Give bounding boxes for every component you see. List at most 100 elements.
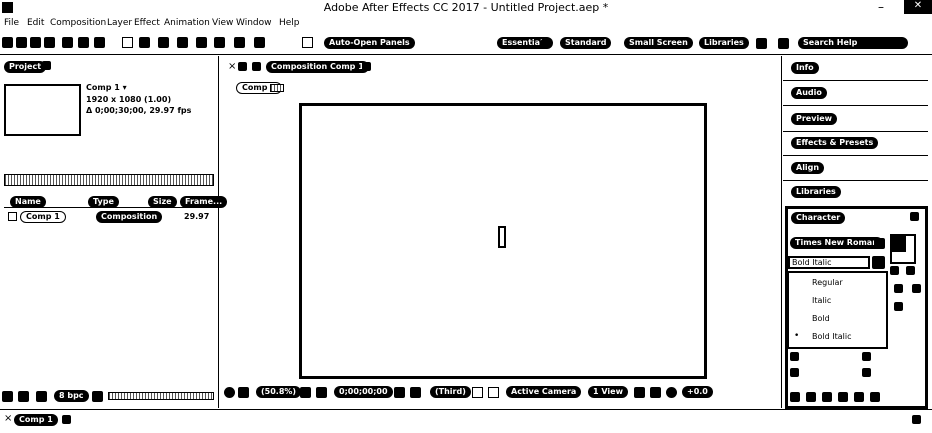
exposure-value[interactable]: +0.0: [682, 386, 713, 398]
info-panel-tab[interactable]: Info: [791, 62, 819, 74]
small-caps-button[interactable]: [838, 392, 848, 402]
snapshot-icon[interactable]: [394, 387, 405, 398]
grid-icon[interactable]: [316, 387, 327, 398]
column-type[interactable]: Type: [88, 196, 119, 208]
style-option-bold[interactable]: Bold: [812, 314, 830, 323]
superscript-button[interactable]: [854, 392, 864, 402]
zoom-dropdown[interactable]: (50.8%): [256, 386, 302, 398]
clone-tool-icon[interactable]: [196, 37, 207, 48]
workspace-standard[interactable]: Standard: [560, 37, 612, 49]
stroke-width-icon[interactable]: [894, 302, 903, 311]
font-style-chevron-icon[interactable]: [872, 256, 885, 269]
eyedropper-icon[interactable]: [874, 238, 885, 249]
leading-icon[interactable]: [906, 266, 915, 275]
timecode-display[interactable]: 0;00;00;00: [334, 386, 393, 398]
kerning-icon[interactable]: [894, 284, 903, 293]
region-of-interest-icon[interactable]: [472, 387, 483, 398]
pixel-aspect-icon[interactable]: [634, 387, 645, 398]
show-snapshot-icon[interactable]: [410, 387, 421, 398]
camera-tool-icon[interactable]: [78, 37, 89, 48]
composition-tab[interactable]: Composition Comp 1: [266, 61, 369, 73]
view-layout-dropdown[interactable]: 1 View: [588, 386, 628, 398]
timeline-panel-menu-icon[interactable]: [912, 415, 921, 424]
rotate-tool-icon[interactable]: [62, 37, 73, 48]
menu-effect[interactable]: Effect: [134, 18, 160, 28]
font-family-dropdown[interactable]: Times New Roman: [790, 237, 883, 249]
trash-icon[interactable]: [92, 391, 103, 402]
new-folder-icon[interactable]: [18, 391, 29, 402]
comp-lock-icon[interactable]: [238, 62, 247, 71]
font-style-dropdown[interactable]: Bold Italic: [788, 256, 870, 269]
pan-tool-icon[interactable]: [94, 37, 105, 48]
sync-icon[interactable]: [778, 38, 789, 49]
effects-presets-panel-tab[interactable]: Effects & Presets: [791, 137, 879, 149]
project-row-comp1[interactable]: Comp 1 Composition 29.97: [4, 211, 216, 225]
selection-tool-icon[interactable]: [16, 37, 27, 48]
safe-zones-icon[interactable]: [300, 387, 311, 398]
preview-panel-tab[interactable]: Preview: [791, 113, 838, 125]
fill-swatch[interactable]: [890, 234, 906, 252]
exposure-icon[interactable]: [666, 387, 677, 398]
column-size[interactable]: Size: [148, 196, 177, 208]
vertical-scale-icon[interactable]: [790, 352, 799, 361]
menu-help[interactable]: Help: [279, 18, 300, 28]
transparency-grid-icon[interactable]: [488, 387, 499, 398]
snapping-icon[interactable]: [302, 37, 313, 48]
menu-edit[interactable]: Edit: [27, 18, 44, 28]
view-options-icon[interactable]: [238, 387, 249, 398]
rectangle-tool-icon[interactable]: [122, 37, 133, 48]
horizontal-scale-icon[interactable]: [862, 352, 871, 361]
character-panel-title[interactable]: Character: [791, 212, 846, 224]
comp-tab-menu-icon[interactable]: [362, 62, 371, 71]
all-caps-button[interactable]: [822, 392, 832, 402]
timeline-menu-icon[interactable]: [62, 415, 71, 424]
subscript-button[interactable]: [870, 392, 880, 402]
baseline-shift-icon[interactable]: [790, 368, 799, 377]
search-help-input[interactable]: Search Help: [798, 37, 908, 49]
column-name[interactable]: Name: [10, 196, 46, 208]
type-tool-icon[interactable]: [158, 37, 169, 48]
style-option-regular[interactable]: Regular: [812, 278, 843, 287]
fast-previews-icon[interactable]: [650, 387, 661, 398]
style-option-bold-italic[interactable]: Bold Italic: [812, 332, 851, 341]
new-composition-icon[interactable]: [36, 391, 47, 402]
eraser-tool-icon[interactable]: [214, 37, 225, 48]
roto-tool-icon[interactable]: [234, 37, 245, 48]
faux-bold-button[interactable]: [790, 392, 800, 402]
fill-stroke-swatch[interactable]: [890, 234, 916, 264]
workspace-menu-icon[interactable]: [540, 38, 551, 49]
auto-open-panels-checkbox[interactable]: Auto-Open Panels: [324, 37, 415, 49]
interpret-footage-icon[interactable]: [2, 391, 13, 402]
pen-tool-icon[interactable]: [139, 37, 150, 48]
close-button[interactable]: ✕: [904, 0, 932, 14]
hand-tool-icon[interactable]: [30, 37, 41, 48]
workspace-libraries[interactable]: Libraries: [699, 37, 749, 49]
timeline-close-icon[interactable]: ×: [4, 413, 12, 424]
comp-tab-close-icon[interactable]: ×: [228, 61, 236, 72]
faux-italic-button[interactable]: [806, 392, 816, 402]
tsume-icon[interactable]: [862, 368, 871, 377]
menu-file[interactable]: File: [4, 18, 19, 28]
workspace-small-screen[interactable]: Small Screen: [624, 37, 693, 49]
project-footer-scroll[interactable]: [108, 392, 214, 400]
align-panel-tab[interactable]: Align: [791, 162, 825, 174]
zoom-tool-icon[interactable]: [44, 37, 55, 48]
tracking-icon[interactable]: [912, 284, 921, 293]
audio-panel-tab[interactable]: Audio: [791, 87, 827, 99]
panel-menu-icon[interactable]: [42, 61, 51, 70]
size-icon[interactable]: [890, 266, 899, 275]
project-search-input[interactable]: [4, 174, 214, 186]
mask-visibility-icon[interactable]: [224, 387, 235, 398]
project-tab[interactable]: Project: [4, 61, 47, 73]
menu-animation[interactable]: Animation: [164, 18, 210, 28]
row-comp-name[interactable]: Comp 1: [20, 211, 66, 223]
bpc-button[interactable]: 8 bpc: [54, 390, 89, 402]
resolution-dropdown[interactable]: (Third): [430, 386, 471, 398]
timeline-tab[interactable]: Comp 1: [14, 414, 58, 426]
column-frame[interactable]: Frame...: [180, 196, 228, 208]
character-menu-icon[interactable]: [910, 212, 919, 221]
menu-view[interactable]: View: [212, 18, 233, 28]
style-option-italic[interactable]: Italic: [812, 296, 831, 305]
brush-tool-icon[interactable]: [177, 37, 188, 48]
libraries-panel-tab[interactable]: Libraries: [791, 186, 841, 198]
